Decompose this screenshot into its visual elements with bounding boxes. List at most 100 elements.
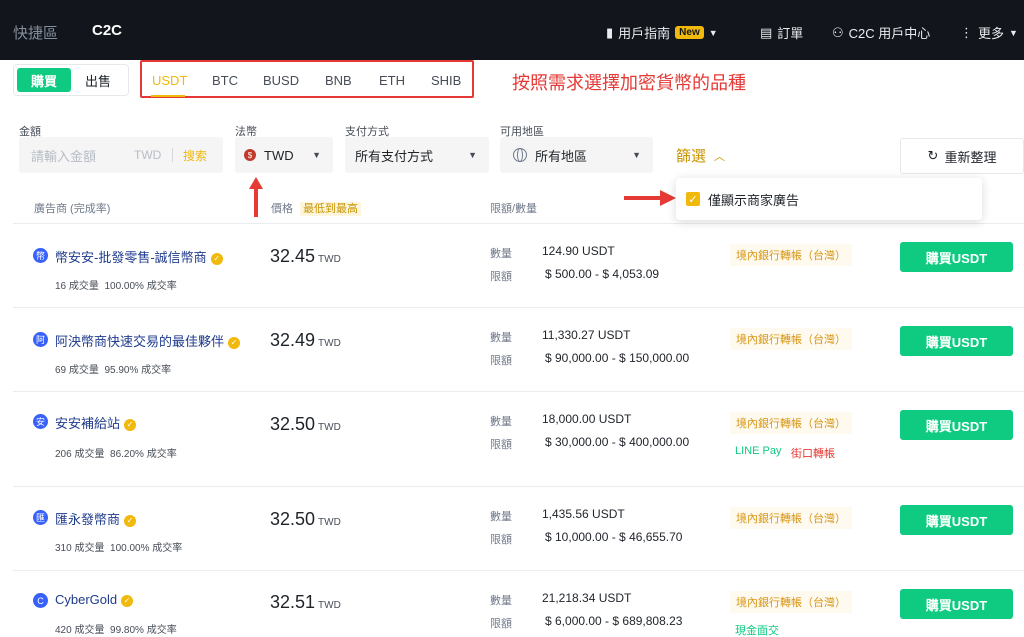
user-center-label: C2C 用戶中心: [848, 26, 931, 41]
avatar: 幣: [33, 248, 48, 263]
filter-toggle[interactable]: 篩選 ︿: [676, 145, 725, 166]
payment-tag: 境內銀行轉帳（台灣）: [730, 328, 852, 350]
region-value: 所有地區: [535, 148, 588, 164]
payment-tag: 境內銀行轉帳（台灣）: [730, 412, 852, 434]
user-center-link[interactable]: ⚇ C2C 用戶中心: [832, 23, 930, 42]
price: 32.50 TWD: [270, 414, 341, 434]
price: 32.45 TWD: [270, 246, 341, 266]
sell-tab[interactable]: 出售: [71, 68, 125, 92]
merchant-name[interactable]: CyberGold ✓: [55, 592, 134, 607]
table-row: 幣 幣安安-批發零售-誠信幣商 ✓ 16 成交量 100.00% 成交率 32.4…: [13, 223, 1024, 307]
filter-popup: ✓ 僅顯示商家廣告: [676, 178, 982, 220]
buy-tab[interactable]: 購買: [17, 68, 71, 92]
globe-icon: [513, 148, 527, 162]
avatar: 匯: [33, 510, 48, 525]
guide-menu[interactable]: ▮ 用戶指南 New ▼: [606, 23, 718, 42]
coin-tab-busd[interactable]: BUSD: [263, 73, 299, 88]
payment-select[interactable]: 所有支付方式 ▼: [345, 137, 489, 173]
price: 32.50 TWD: [270, 509, 341, 529]
new-badge: New: [675, 26, 704, 39]
book-icon: ▮: [606, 24, 614, 40]
coin-highlight-box: [140, 60, 474, 98]
table-row: 匯 匯永發幣商 ✓ 310 成交量 100.00% 成交率 32.50 TWD 數量…: [13, 486, 1024, 570]
merchant-name[interactable]: 阿泱幣商快速交易的最佳夥伴 ✓: [55, 331, 241, 350]
qty-label: 數量: [490, 332, 512, 344]
nav-c2c[interactable]: C2C: [92, 22, 122, 39]
region-select[interactable]: 所有地區 ▼: [500, 137, 653, 173]
coin-tab-shib[interactable]: SHIB: [431, 73, 461, 88]
filter-label: 篩選: [676, 148, 707, 165]
qty-label: 數量: [490, 511, 512, 523]
more-label: 更多: [978, 26, 1005, 41]
limit-label: 限額: [490, 534, 512, 546]
qty-label: 數量: [490, 595, 512, 607]
table-row: C CyberGold ✓ 420 成交量 99.80% 成交率 32.51 TWD…: [13, 570, 1024, 637]
kebab-icon: ⋮: [960, 24, 973, 40]
payment-tag: 街口轉帳: [791, 448, 835, 460]
annotation-arrow-right: [624, 190, 676, 206]
fiat-value: TWD: [264, 147, 294, 163]
limit-label: 限額: [490, 439, 512, 451]
caret-down-icon: ▼: [312, 150, 321, 160]
coin-tab-btc[interactable]: BTC: [212, 73, 238, 88]
caret-down-icon: ▼: [1009, 27, 1018, 38]
payment-tag: 境內銀行轉帳（台灣）: [730, 591, 852, 613]
merchant-only-checkbox[interactable]: ✓: [686, 192, 700, 206]
amount-field[interactable]: 請輸入金額 TWD 搜索: [19, 137, 223, 173]
refresh-button[interactable]: ↻ 重新整理: [900, 138, 1024, 174]
buy-usdt-button[interactable]: 購買USDT: [900, 326, 1013, 356]
users-icon: ⚇: [832, 24, 844, 40]
merchant-name[interactable]: 安安補給站 ✓: [55, 413, 137, 432]
more-menu[interactable]: ⋮ 更多 ▼: [960, 23, 1018, 42]
document-icon: ▤: [760, 24, 773, 40]
buy-usdt-button[interactable]: 購買USDT: [900, 410, 1013, 440]
table-row: 阿 阿泱幣商快速交易的最佳夥伴 ✓ 69 成交量 95.90% 成交率 32.49…: [13, 307, 1024, 391]
merchant-stats: 16 成交量 100.00% 成交率: [55, 281, 177, 292]
divider: [172, 148, 173, 162]
payment-tag: LINE Pay: [735, 445, 782, 457]
qty-value: 21,218.34 USDT: [542, 591, 632, 605]
twd-flag-icon: $: [244, 149, 256, 161]
verified-icon: ✓: [124, 418, 137, 431]
qty-label: 數量: [490, 248, 512, 260]
verified-icon: ✓: [210, 252, 223, 265]
qty-label: 數量: [490, 416, 512, 428]
col-limit: 限額/數量: [490, 203, 538, 215]
buy-usdt-button[interactable]: 購買USDT: [900, 505, 1013, 535]
limit-value: $ 90,000.00 - $ 150,000.00: [545, 351, 690, 365]
payment-value: 所有支付方式: [355, 148, 434, 164]
search-button[interactable]: 搜索: [183, 147, 207, 164]
avatar: 安: [33, 414, 48, 429]
buy-usdt-button[interactable]: 購買USDT: [900, 589, 1013, 619]
merchant-stats: 420 成交量 99.80% 成交率: [55, 625, 177, 636]
merchant-name[interactable]: 幣安安-批發零售-誠信幣商 ✓: [55, 247, 223, 266]
limit-label: 限額: [490, 355, 512, 367]
price: 32.49 TWD: [270, 330, 341, 350]
col-advertiser: 廣告商 (完成率): [34, 203, 111, 215]
buy-usdt-button[interactable]: 購買USDT: [900, 242, 1013, 272]
caret-down-icon: ▼: [632, 150, 641, 160]
payment-tag: 現金面交: [735, 625, 779, 637]
annotation-arrow-up: [249, 177, 263, 217]
merchant-name[interactable]: 匯永發幣商 ✓: [55, 509, 137, 528]
coin-tab-usdt[interactable]: USDT: [152, 73, 187, 88]
sort-badge[interactable]: 最低到最高: [300, 202, 362, 216]
limit-value: $ 500.00 - $ 4,053.09: [545, 267, 660, 281]
orders-label: 訂單: [777, 26, 804, 41]
fiat-select[interactable]: $ TWD ▼: [235, 137, 333, 173]
top-nav: 快捷區 C2C ▮ 用戶指南 New ▼ ▤ 訂單 ⚇ C2C 用戶中心 ⋮ 更…: [0, 0, 1024, 60]
qty-value: 18,000.00 USDT: [542, 412, 632, 426]
verified-icon: ✓: [228, 336, 241, 349]
active-tab-underline: [151, 95, 185, 97]
coin-tab-bnb[interactable]: BNB: [325, 73, 352, 88]
caret-down-icon: ▼: [468, 150, 477, 160]
orders-link[interactable]: ▤ 訂單: [760, 23, 803, 42]
nav-express[interactable]: 快捷區: [13, 22, 58, 43]
avatar: 阿: [33, 332, 48, 347]
qty-value: 1,435.56 USDT: [542, 507, 625, 521]
merchant-stats: 206 成交量 86.20% 成交率: [55, 449, 177, 460]
table-row: 安 安安補給站 ✓ 206 成交量 86.20% 成交率 32.50 TWD 數量 …: [13, 391, 1024, 486]
verified-icon: ✓: [124, 514, 137, 527]
caret-down-icon: ▼: [708, 27, 718, 38]
coin-tab-eth[interactable]: ETH: [379, 73, 405, 88]
